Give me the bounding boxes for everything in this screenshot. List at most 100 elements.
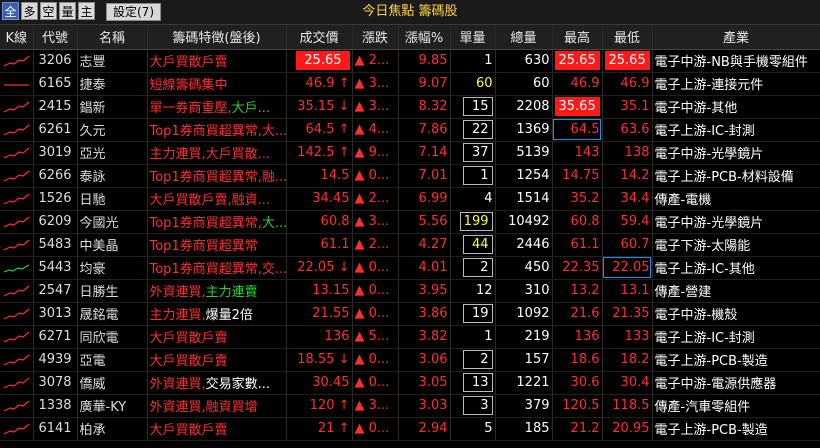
- price-change: ▲ 3...: [352, 394, 399, 418]
- stock-code: 5483: [33, 233, 78, 257]
- kline-cell: [0, 95, 34, 119]
- high-value: 22.35: [562, 260, 600, 275]
- col-total-volume[interactable]: 總量: [495, 25, 553, 50]
- chip-feature: 大戶買散戶賣: [147, 417, 287, 441]
- day-high: 14.75: [552, 164, 603, 188]
- price-value: 61.1: [320, 237, 350, 252]
- col-industry[interactable]: 產業: [652, 25, 820, 50]
- tab-all[interactable]: 全: [2, 2, 19, 20]
- chip-feature: 外資連買,融資買增: [147, 394, 287, 418]
- lot-volume: 1: [450, 325, 496, 349]
- trade-price: 142.5 ↑: [286, 141, 353, 165]
- lot-volume: 2: [450, 348, 496, 372]
- low-value: 118.5: [612, 398, 650, 413]
- total-volume: 379: [495, 394, 553, 418]
- sparkline-icon: [3, 285, 30, 297]
- day-high: 60.8: [552, 210, 603, 234]
- trade-price: 18.55 ↓: [286, 348, 353, 372]
- table-row[interactable]: 1338 廣華-KY 外資連買,融資買增 120 ↑ ▲ 3... 3.03 3 379 120…: [0, 394, 820, 418]
- kline-cell: [0, 325, 34, 349]
- low-value: 25.65: [604, 51, 650, 70]
- high-value: 64.5: [570, 122, 600, 137]
- price-change: ▲ 2...: [352, 233, 399, 257]
- sparkline-icon: [3, 331, 30, 343]
- day-high: 46.9: [552, 72, 603, 96]
- industry: 電子上游-PCB-材料設備: [652, 164, 820, 188]
- settings-button[interactable]: 設定(7): [106, 3, 161, 21]
- price-change: ▲ 3...: [352, 95, 399, 119]
- chip-feature: 大戶買散戶賣,融資...: [147, 187, 287, 211]
- table-row[interactable]: 3078 僑威 外資連買,交易家數... 30.45 ▲ 0... 3.05 13 1221 3…: [0, 371, 820, 395]
- day-low: 60.7: [602, 233, 653, 257]
- kline-cell: [0, 141, 34, 165]
- lot-volume-value: 15: [462, 97, 493, 116]
- day-low: 133: [602, 325, 653, 349]
- high-value: 25.65: [554, 51, 600, 70]
- day-low: 35.1: [602, 95, 653, 119]
- total-volume: 2208: [495, 95, 553, 119]
- table-row[interactable]: 6209 今國光 Top1券商買超異常,大... 60.8 ▲ 3... 5.56 199 1…: [0, 210, 820, 234]
- price-value: 34.45: [312, 191, 350, 206]
- stock-name: 亞光: [77, 141, 148, 165]
- col-price[interactable]: 成交價: [286, 25, 353, 50]
- table-row[interactable]: 6165 捷泰 短線籌碼集中 46.9 ↑ ▲ 3... 9.07 60 60 46.9 46.9…: [0, 72, 820, 96]
- day-high: 22.35: [552, 256, 603, 280]
- low-value: 14.2: [620, 168, 650, 183]
- col-kline[interactable]: K線: [0, 25, 34, 50]
- col-high[interactable]: 最高: [552, 25, 603, 50]
- filter-tabs: 全 多 空 量 主: [2, 2, 95, 20]
- high-value: 13.2: [570, 283, 600, 298]
- table-row[interactable]: 5443 均豪 Top1券商買超異常,交... 22.05 ↓ ▲ 0... 4.01 2 4…: [0, 256, 820, 280]
- stock-name: 志豐: [77, 49, 148, 73]
- price-change: ▲ 0...: [352, 371, 399, 395]
- chip-feature: 外資連買,主力連賣: [147, 279, 287, 303]
- col-code[interactable]: 代號: [33, 25, 78, 50]
- high-value: 136: [574, 329, 600, 344]
- table-row[interactable]: 6266 泰詠 Top1券商買超異常,融... 14.5 ▲ 0... 7.01 1 1254…: [0, 164, 820, 188]
- col-percent[interactable]: 漲幅%: [398, 25, 451, 50]
- table-row[interactable]: 1526 日馳 大戶買散戶賣,融資... 34.45 ▲ 2... 6.99 4 1514 35…: [0, 187, 820, 211]
- total-volume: 219: [495, 325, 553, 349]
- tab-main-force[interactable]: 主: [78, 2, 95, 20]
- day-low: 13.1: [602, 279, 653, 303]
- table-row[interactable]: 3206 志豐 大戶買散戶賣 25.65 ▲ 2... 9.85 1 630 25.65 25.6…: [0, 49, 820, 73]
- lot-volume-value: 12: [475, 283, 493, 298]
- col-lot-volume[interactable]: 單量: [450, 25, 496, 50]
- price-change: ▲ 0...: [352, 417, 399, 441]
- tab-long[interactable]: 多: [21, 2, 38, 20]
- table-row[interactable]: 2547 日勝生 外資連買,主力連賣 13.15 ▲ 0... 3.95 12 310 13.2…: [0, 279, 820, 303]
- col-name[interactable]: 名稱: [77, 25, 148, 50]
- col-low[interactable]: 最低: [602, 25, 653, 50]
- stock-code: 6266: [33, 164, 78, 188]
- table-row[interactable]: 3013 晟銘電 主力連買,爆量2倍 21.55 ▲ 0... 3.86 19 1092 21.…: [0, 302, 820, 326]
- col-feature[interactable]: 籌碼特徵(盤後): [147, 25, 287, 50]
- table-row[interactable]: 6261 久元 Top1券商買超異常,大... 64.5 ↑ ▲ 4... 7.86 22 1…: [0, 118, 820, 142]
- sparkline-icon: [3, 101, 30, 113]
- feature-text: Top1券商買超異常,交...: [149, 262, 286, 277]
- lot-volume-value: 3: [462, 396, 493, 415]
- total-volume: 1092: [495, 302, 553, 326]
- table-row[interactable]: 3019 亞光 主力連買,大戶買散... 142.5 ↑ ▲ 9... 7.14 37 513…: [0, 141, 820, 165]
- feature-text: 大戶...: [231, 101, 271, 116]
- trade-price: 21.55: [286, 302, 353, 326]
- table-row[interactable]: 6271 同欣電 大戶買散戶賣 136 ▲ 5... 3.82 1 219 136 133 電子上游…: [0, 325, 820, 349]
- tab-volume[interactable]: 量: [59, 2, 76, 20]
- chip-feature: 外資連買,交易家數...: [147, 371, 287, 395]
- tab-short[interactable]: 空: [40, 2, 57, 20]
- table-row[interactable]: 4939 亞電 大戶買散戶賣 18.55 ↓ ▲ 0... 3.06 2 157 18.6 18.…: [0, 348, 820, 372]
- feature-text: 短線籌碼集中: [149, 78, 228, 93]
- high-value: 120.5: [562, 398, 600, 413]
- chip-feature: Top1券商買超異常,交...: [147, 256, 287, 280]
- table-row[interactable]: 6141 柏承 大戶買散戶賣 21 ↑ ▲ 0... 2.94 5 185 21.2 20.95 電…: [0, 417, 820, 441]
- chip-feature: Top1券商買超異常: [147, 233, 287, 257]
- day-low: 21.35: [602, 302, 653, 326]
- price-change: ▲ 0...: [352, 256, 399, 280]
- high-value: 60.8: [570, 214, 600, 229]
- price-value: 18.55 ↓: [297, 352, 350, 367]
- col-change[interactable]: 漲跌: [352, 25, 399, 50]
- stock-name: 泰詠: [77, 164, 148, 188]
- sparkline-icon: [3, 55, 30, 67]
- table-row[interactable]: 5483 中美晶 Top1券商買超異常 61.1 ▲ 2... 4.27 44 2446 61.…: [0, 233, 820, 257]
- stock-name: 中美晶: [77, 233, 148, 257]
- table-row[interactable]: 2415 錩新 單一券商重壓,大戶... 35.15 ↓ ▲ 3... 8.32 15 220…: [0, 95, 820, 119]
